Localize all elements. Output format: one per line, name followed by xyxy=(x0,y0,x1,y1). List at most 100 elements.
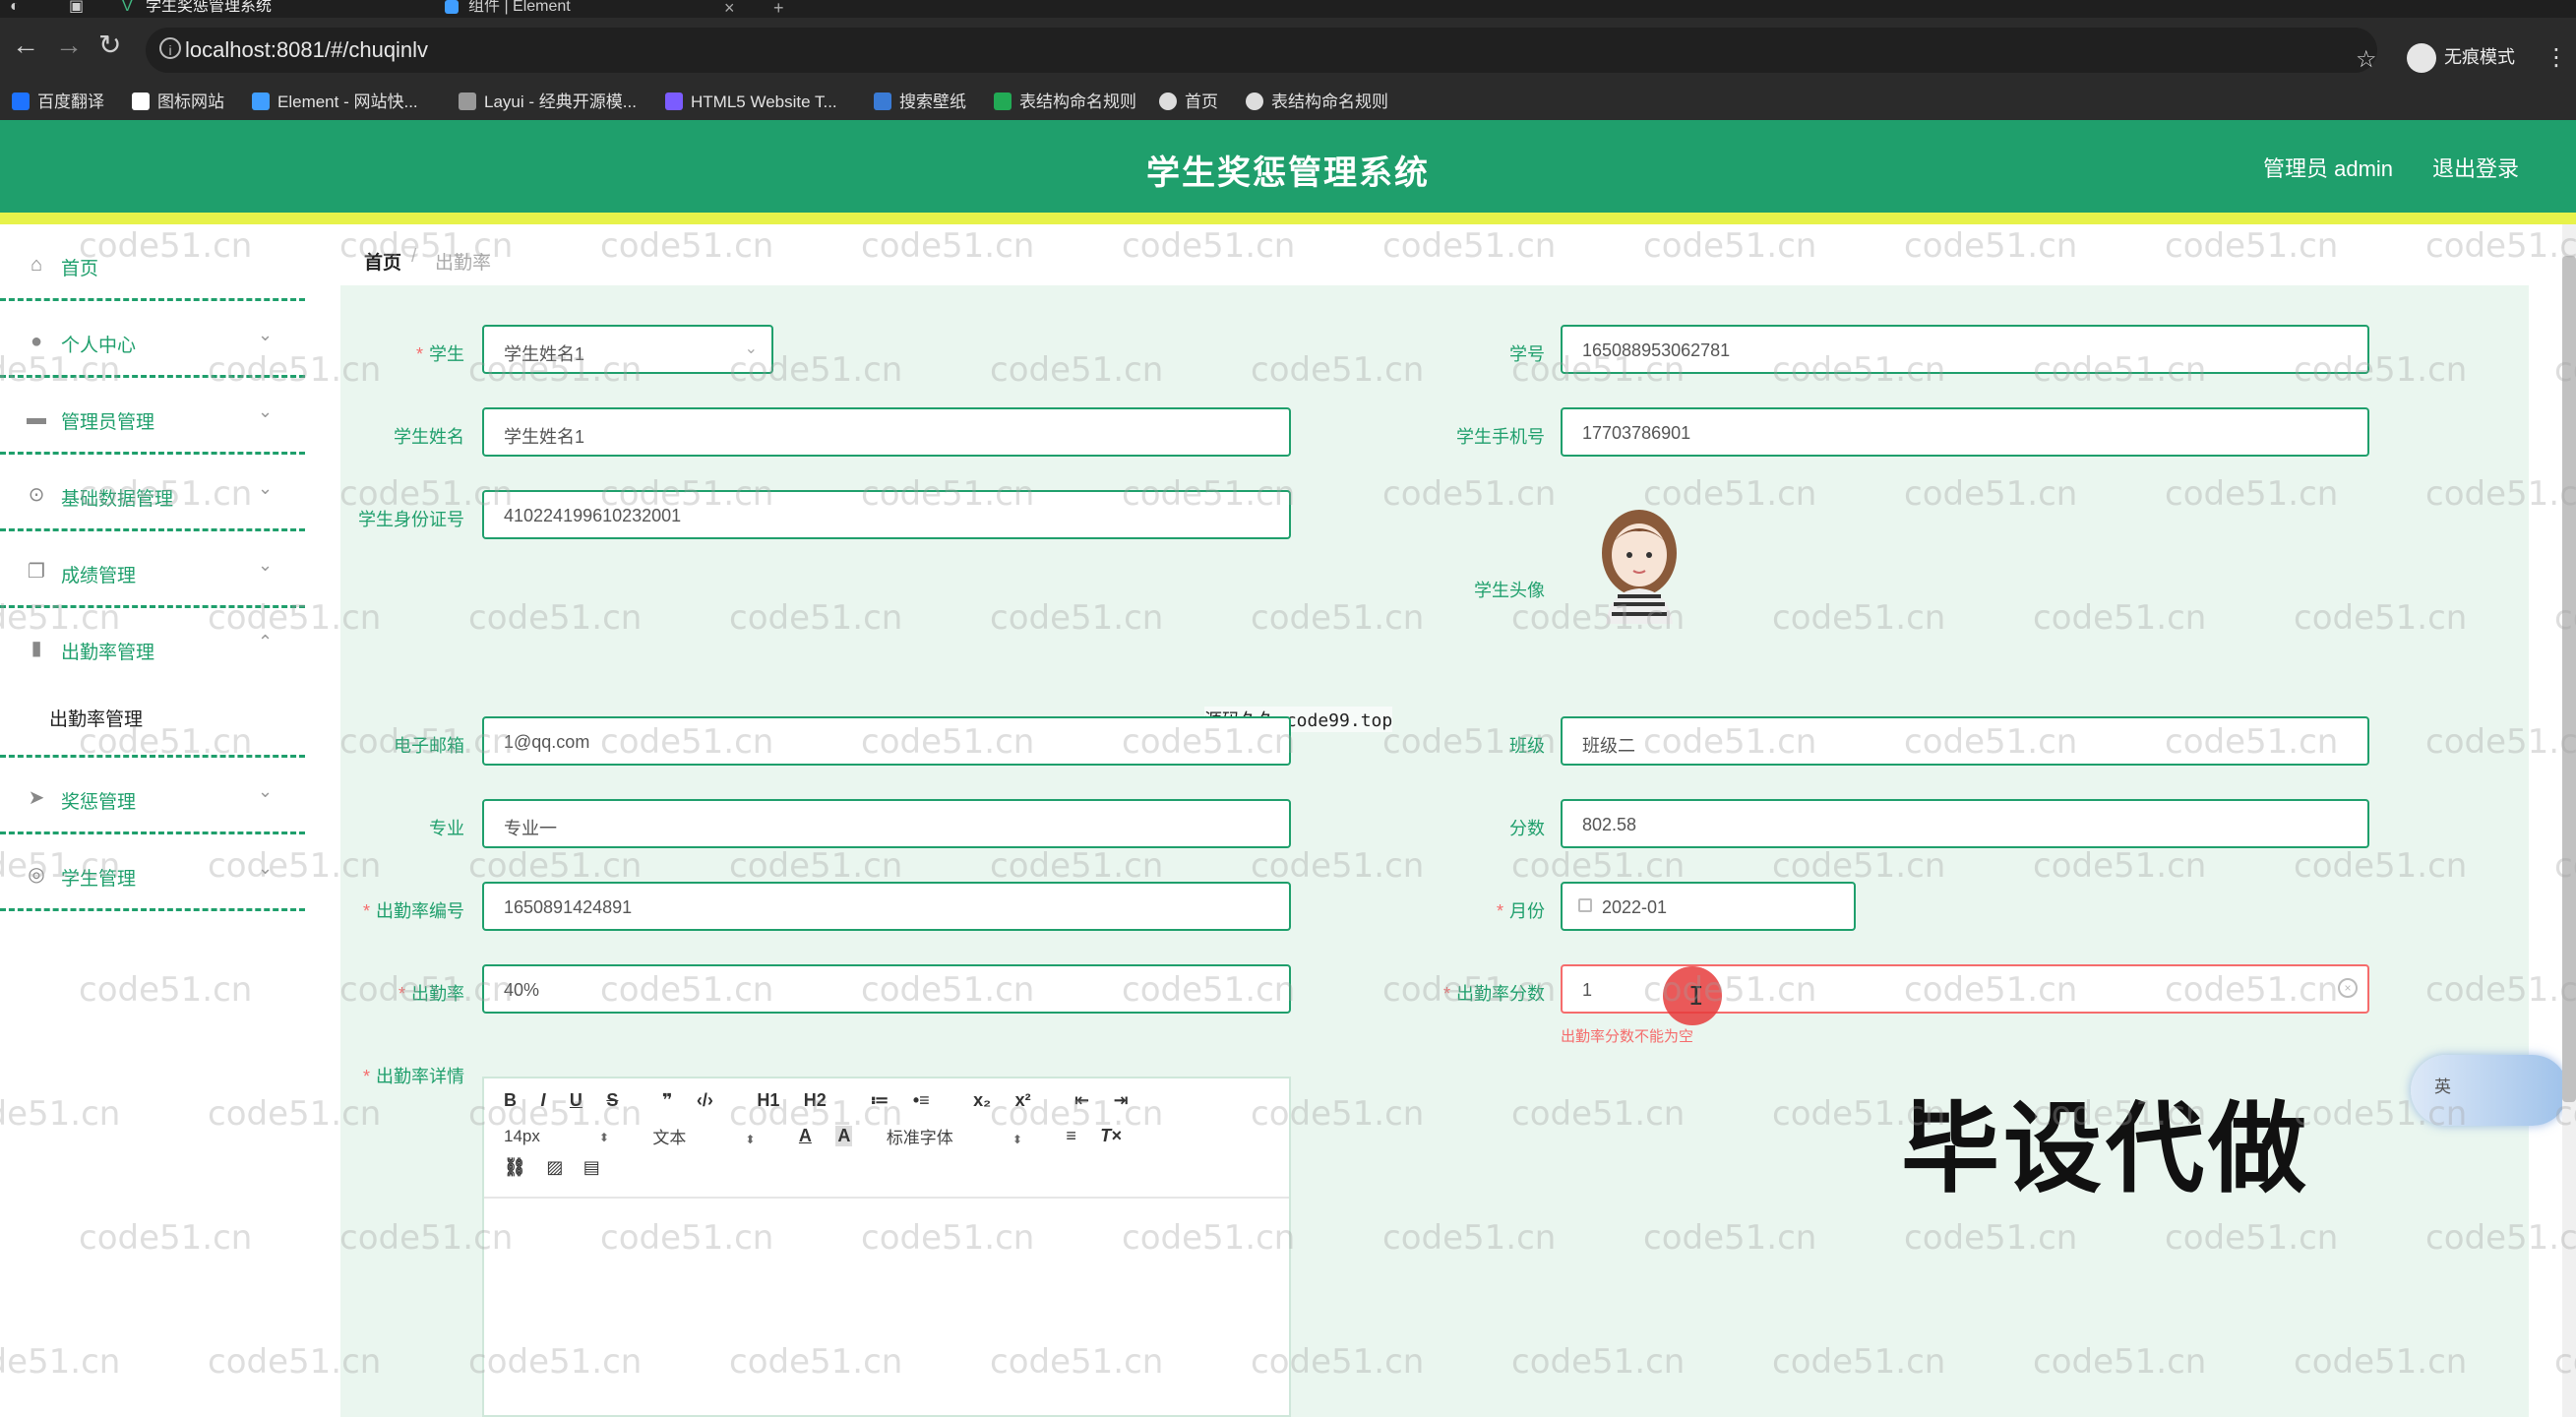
app-header: 学生奖惩管理系统 管理员 admin 退出登录 xyxy=(0,120,2576,213)
forward-icon[interactable]: → xyxy=(55,31,83,59)
tab-element[interactable]: 组件 | Element xyxy=(445,0,720,18)
home-icon: ⌂ xyxy=(30,254,43,276)
sheet-icon xyxy=(994,92,1012,110)
month-label: * 月份 xyxy=(1496,901,1545,921)
breadcrumb-home[interactable]: 首页 xyxy=(364,248,401,275)
close-tab-icon[interactable]: × xyxy=(724,0,735,19)
breadcrumb-separator: / xyxy=(411,246,417,267)
email-field[interactable]: 1@qq.com xyxy=(482,716,1291,766)
send-icon: ➤ xyxy=(28,787,45,809)
tab-overview-icon[interactable]: ▣ xyxy=(69,0,89,18)
editor-toolbar-row-2: 14px ⬍ 文本 ⬍ A A 标准字体 ⬍ ≡ T× xyxy=(504,1124,1141,1153)
font-size-select[interactable]: 14px ⬍ xyxy=(504,1127,609,1146)
clear-format-icon[interactable]: T× xyxy=(1100,1126,1122,1146)
globe-icon xyxy=(1159,92,1177,110)
editor-toolbar-row-3: ⛓ ▨ ▤ xyxy=(504,1157,620,1187)
bullet-list-button[interactable]: •≡ xyxy=(913,1090,930,1111)
align-icon[interactable]: ≡ xyxy=(1066,1126,1076,1146)
breadcrumb-current: 出勤率 xyxy=(435,253,492,274)
h1-button[interactable]: H1 xyxy=(757,1090,779,1111)
code-button[interactable]: ‹/› xyxy=(697,1090,713,1111)
bookmark-wallpaper[interactable]: 搜索壁纸 xyxy=(874,91,966,114)
incognito-badge[interactable]: 无痕模式 xyxy=(2407,39,2515,75)
globe-icon xyxy=(1246,92,1263,110)
bookmarks-bar: 百度翻译 图标网站 Element - 网站快... Layui - 经典开源模… xyxy=(0,85,2576,120)
logout-link[interactable]: 退出登录 xyxy=(2432,152,2519,183)
score-field[interactable]: 802.58 xyxy=(1561,799,2369,848)
bookmark-layui[interactable]: Layui - 经典开源模... xyxy=(459,91,637,114)
bookmark-html5-templates[interactable]: HTML5 Website T... xyxy=(665,91,837,114)
video-icon[interactable]: ▤ xyxy=(583,1157,600,1178)
bold-button[interactable]: B xyxy=(504,1090,517,1111)
info-icon[interactable]: i xyxy=(159,37,181,59)
reload-icon[interactable]: ↻ xyxy=(98,31,121,59)
bookmark-icon-site[interactable]: 图标网站 xyxy=(132,91,224,114)
quote-button[interactable]: ❞ xyxy=(662,1090,673,1111)
html5-icon xyxy=(665,92,683,110)
browser-menu-icon[interactable]: ⋮ xyxy=(2545,43,2568,72)
phone-label: 学生手机号 xyxy=(1456,427,1545,447)
sidebar-item-attendance[interactable]: ▮ 出勤率管理 ⌃ xyxy=(0,608,305,685)
id-card-field[interactable]: 410224199610232001 xyxy=(482,490,1291,539)
italic-button[interactable]: I xyxy=(540,1090,545,1111)
image-icon[interactable]: ▨ xyxy=(546,1157,563,1178)
heading-select[interactable]: 文本 ⬍ xyxy=(652,1124,755,1148)
rich-text-editor[interactable]: B I U S ❞ ‹/› H1 H2 ≔ •≡ x₂ x² ⇤ ⇥ 14px ⬍… xyxy=(482,1077,1291,1417)
element-icon xyxy=(252,92,270,110)
calendar-icon xyxy=(1578,898,1592,912)
sidebar: ⌂ 首页 ● 个人中心 ⌄ ▬ 管理员管理 ⌄ ⊙ 基础数据管理 ⌄ ❐ 成绩管… xyxy=(0,224,307,1417)
student-no-field[interactable]: 165088953062781 xyxy=(1561,325,2369,374)
bookmark-star-icon[interactable]: ☆ xyxy=(2356,45,2377,74)
url-text[interactable]: localhost:8081/#/chuqinlv xyxy=(185,37,428,63)
sidebar-item-basic-data[interactable]: ⊙ 基础数据管理 ⌄ xyxy=(0,455,305,531)
student-no-label: 学号 xyxy=(1509,344,1545,364)
incognito-icon xyxy=(2407,43,2436,74)
attendance-no-field[interactable]: 1650891424891 xyxy=(482,882,1291,931)
class-label: 班级 xyxy=(1509,736,1545,756)
sidebar-item-grades[interactable]: ❐ 成绩管理 ⌄ xyxy=(0,531,305,608)
bookmark-home[interactable]: 首页 xyxy=(1159,91,1218,114)
back-icon[interactable]: ← xyxy=(12,31,39,59)
bookmark-table-naming-2[interactable]: 表结构命名规则 xyxy=(1246,91,1388,114)
background-color-icon[interactable]: A xyxy=(835,1126,853,1146)
sidebar-item-admin[interactable]: ▬ 管理员管理 ⌄ xyxy=(0,378,305,455)
url-field[interactable]: i localhost:8081/#/chuqinlv xyxy=(146,28,2377,73)
subscript-button[interactable]: x₂ xyxy=(973,1090,991,1111)
class-field[interactable]: 班级二 xyxy=(1561,716,2369,766)
microphone-icon: ⊙ xyxy=(28,484,45,506)
bookmark-element[interactable]: Element - 网站快... xyxy=(252,91,418,114)
floating-ime-widget[interactable]: 英 xyxy=(2411,1055,2568,1126)
clear-icon[interactable]: × xyxy=(2338,978,2358,998)
student-avatar[interactable] xyxy=(1580,496,1698,624)
chevron-down-icon: ⌄ xyxy=(258,401,274,421)
month-picker[interactable]: 2022-01 xyxy=(1561,882,1856,931)
superscript-button[interactable]: x² xyxy=(1015,1090,1031,1111)
updown-icon: ⬍ xyxy=(1012,1133,1022,1146)
editor-content-area[interactable] xyxy=(484,1197,1289,1417)
phone-field[interactable]: 17703786901 xyxy=(1561,407,2369,457)
new-tab-icon[interactable]: + xyxy=(773,0,784,19)
indent-button[interactable]: ⇥ xyxy=(1114,1090,1129,1111)
sidebar-item-students[interactable]: ◎ 学生管理 ⌄ xyxy=(0,834,305,911)
student-select[interactable]: 学生姓名1 ⌄ xyxy=(482,325,773,374)
sidebar-item-personal[interactable]: ● 个人中心 ⌄ xyxy=(0,301,305,378)
bookmark-baidu-translate[interactable]: 百度翻译 xyxy=(12,91,104,114)
underline-button[interactable]: U xyxy=(570,1090,583,1111)
font-family-select[interactable]: 标准字体 ⬍ xyxy=(887,1124,1022,1148)
outdent-button[interactable]: ⇤ xyxy=(1074,1090,1089,1111)
scrollbar-thumb[interactable] xyxy=(2562,256,2576,1102)
bookmark-table-naming[interactable]: 表结构命名规则 xyxy=(994,91,1136,114)
link-icon[interactable]: ⛓ xyxy=(504,1157,526,1178)
copy-icon: ❐ xyxy=(28,561,45,583)
major-field[interactable]: 专业一 xyxy=(482,799,1291,848)
student-name-field[interactable]: 学生姓名1 xyxy=(482,407,1291,457)
strike-button[interactable]: S xyxy=(606,1090,618,1111)
ordered-list-button[interactable]: ≔ xyxy=(870,1090,889,1111)
tab-student-system[interactable]: V 学生奖惩管理系统 xyxy=(122,0,417,18)
sidebar-subitem-attendance[interactable]: 出勤率管理 xyxy=(0,683,305,758)
sidebar-item-home[interactable]: ⌂ 首页 xyxy=(0,224,305,301)
h2-button[interactable]: H2 xyxy=(804,1090,827,1111)
font-color-icon[interactable]: A xyxy=(799,1126,812,1146)
attendance-rate-field[interactable]: 40% xyxy=(482,964,1291,1014)
sidebar-item-rewards[interactable]: ➤ 奖惩管理 ⌄ xyxy=(0,758,305,834)
